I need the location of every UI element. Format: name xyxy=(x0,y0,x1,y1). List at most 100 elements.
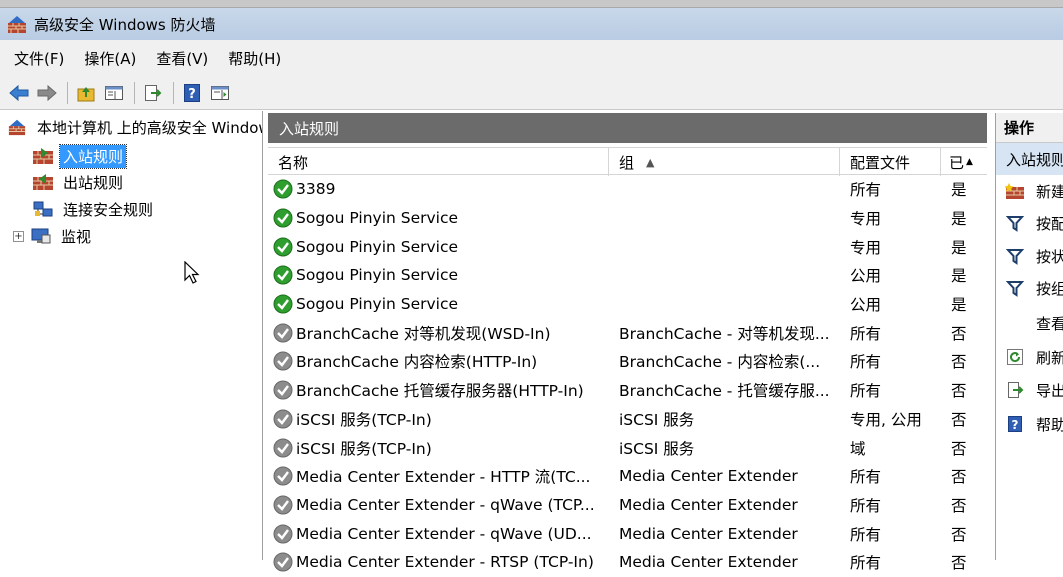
folder-up-icon xyxy=(77,86,95,101)
table-row[interactable]: Sogou Pinyin Service 公用 是 xyxy=(268,261,987,290)
toolbar: ? xyxy=(0,76,1063,110)
table-row[interactable]: BranchCache 内容检索(HTTP-In) BranchCache - 内… xyxy=(268,347,987,376)
tree-item-label: 监视 xyxy=(61,227,92,246)
disabled-check-icon xyxy=(273,466,293,486)
enabled-check-icon xyxy=(273,208,293,228)
cell-profile: 所有 xyxy=(850,353,882,372)
action-item[interactable]: 查看 xyxy=(996,307,1063,339)
connection-security-icon xyxy=(33,201,53,217)
disabled-check-icon xyxy=(273,323,293,343)
menu-file[interactable]: 文件(F) xyxy=(8,44,70,73)
rules-pane: 入站规则 名称 组 ▲ 配置文件 已 ▲ 3389 所有是 Sogou Pinyin S… xyxy=(268,113,987,572)
cell-name: Sogou Pinyin Service xyxy=(268,265,609,285)
cell-profile: 所有 xyxy=(850,324,882,343)
action-label: 新建规则... xyxy=(1036,182,1063,201)
rules-table: 名称 组 ▲ 配置文件 已 ▲ 3389 所有是 Sogou Pinyin Servic… xyxy=(268,147,987,577)
cell-profile: 所有 xyxy=(850,554,882,573)
table-row[interactable]: Media Center Extender - RTSP (TCP-In) Med… xyxy=(268,548,987,577)
table-row[interactable]: Media Center Extender - qWave (UD... Medi… xyxy=(268,519,987,548)
table-row[interactable]: Media Center Extender - qWave (TCP... Med… xyxy=(268,491,987,520)
table-row[interactable]: Sogou Pinyin Service 专用 是 xyxy=(268,204,987,233)
menu-view[interactable]: 查看(V) xyxy=(150,44,214,73)
cell-profile: 专用 xyxy=(850,238,882,257)
export-button[interactable] xyxy=(140,80,166,106)
filter-icon xyxy=(1004,246,1026,266)
enabled-check-icon xyxy=(273,179,293,199)
actions-pane: 操作 入站规则 新建规则... 按配置文件筛选按状态筛选按组筛选查看刷新导出列表.… xyxy=(995,113,1063,560)
forward-arrow-icon xyxy=(37,84,57,101)
cell-group: Media Center Extender xyxy=(619,467,798,486)
action-label: 按组筛选 xyxy=(1036,279,1063,298)
actions-section-header[interactable]: 入站规则 xyxy=(996,143,1063,175)
tree-item-monitor[interactable]: + 监视 xyxy=(13,224,94,248)
back-button[interactable] xyxy=(6,80,32,106)
column-header-group[interactable]: 组 ▲ xyxy=(609,148,840,176)
show-tree-button[interactable] xyxy=(101,80,127,106)
back-arrow-icon xyxy=(9,84,29,101)
up-folder-button[interactable] xyxy=(73,80,99,106)
action-label: 帮助 xyxy=(1036,415,1063,434)
console-tree-icon xyxy=(105,85,123,100)
action-item[interactable]: 按状态筛选 xyxy=(996,240,1063,272)
cell-enabled: 否 xyxy=(951,468,967,487)
cell-group: iSCSI 服务 xyxy=(619,410,695,429)
new-rule-icon xyxy=(1004,181,1026,201)
disabled-check-icon xyxy=(273,552,293,572)
cell-group: Media Center Extender xyxy=(619,524,798,543)
action-item[interactable]: 导出列表... xyxy=(996,374,1063,406)
vertical-scrollbar[interactable] xyxy=(971,113,987,526)
cell-profile: 公用 xyxy=(850,296,882,315)
action-item[interactable]: 新建规则... xyxy=(996,175,1063,207)
svg-text:?: ? xyxy=(1012,418,1019,432)
forward-button[interactable] xyxy=(34,80,60,106)
action-item[interactable]: 按组筛选 xyxy=(996,272,1063,304)
tree-item-outbound-rules[interactable]: 出站规则 xyxy=(32,170,126,194)
table-row[interactable]: BranchCache 托管缓存服务器(HTTP-In) BranchCache … xyxy=(268,376,987,405)
refresh-icon xyxy=(1004,347,1026,367)
table-row[interactable]: BranchCache 对等机发现(WSD-In) BranchCache - 对… xyxy=(268,318,987,347)
menu-help[interactable]: 帮助(H) xyxy=(222,44,287,73)
action-item[interactable]: 刷新 xyxy=(996,341,1063,373)
table-row[interactable]: iSCSI 服务(TCP-In) iSCSI 服务 域 否 xyxy=(268,433,987,462)
table-row[interactable]: 3389 所有 是 xyxy=(268,175,987,204)
cell-enabled: 是 xyxy=(951,296,967,315)
action-label: 按状态筛选 xyxy=(1036,247,1063,266)
column-header-name[interactable]: 名称 xyxy=(268,148,609,176)
menu-action[interactable]: 操作(A) xyxy=(78,44,142,73)
help-button[interactable]: ? xyxy=(179,80,205,106)
cell-profile: 专用 xyxy=(850,210,882,229)
menu-bar: 文件(F) 操作(A) 查看(V) 帮助(H) xyxy=(0,40,1063,76)
column-header-profile[interactable]: 配置文件 xyxy=(840,148,941,176)
action-label: 刷新 xyxy=(1036,348,1063,367)
table-row[interactable]: iSCSI 服务(TCP-In) iSCSI 服务 专用, 公用 否 xyxy=(268,405,987,434)
tree-root-label: 本地计算机 上的高级安全 Windows 防火墙 xyxy=(37,118,262,137)
cell-profile: 专用, 公用 xyxy=(850,410,922,429)
table-row[interactable]: Sogou Pinyin Service 公用 是 xyxy=(268,290,987,319)
action-item[interactable]: 按配置文件筛选 xyxy=(996,207,1063,239)
console-tree: 本地计算机 上的高级安全 Windows 防火墙 入站规则 出站规则 连接安全规… xyxy=(0,111,263,560)
action-item[interactable]: ? 帮助 xyxy=(996,408,1063,440)
outbound-rules-icon xyxy=(33,174,53,190)
cell-name: Media Center Extender - qWave (TCP... xyxy=(268,495,609,515)
cell-name: Media Center Extender - HTTP 流(TC... xyxy=(268,465,609,487)
enabled-check-icon xyxy=(273,294,293,314)
help-icon: ? xyxy=(1004,414,1026,434)
disabled-check-icon xyxy=(273,351,293,371)
tree-root[interactable]: 本地计算机 上的高级安全 Windows 防火墙 xyxy=(6,115,262,139)
action-pane-button[interactable] xyxy=(207,80,233,106)
firewall-icon xyxy=(8,16,26,33)
cell-group: BranchCache - 托管缓存服... xyxy=(619,382,830,401)
tree-item-inbound-rules[interactable]: 入站规则 xyxy=(32,143,128,169)
expand-toggle[interactable]: + xyxy=(13,230,24,242)
column-header-enabled[interactable]: 已 ▲ xyxy=(941,148,973,176)
action-label: 按配置文件筛选 xyxy=(1036,214,1063,233)
cell-enabled: 否 xyxy=(951,353,967,372)
table-row[interactable]: Media Center Extender - HTTP 流(TC... Medi… xyxy=(268,462,987,491)
tree-item-connection-security[interactable]: 连接安全规则 xyxy=(32,197,156,221)
svg-text:?: ? xyxy=(188,87,196,102)
firewall-icon xyxy=(8,119,26,136)
toolbar-separator xyxy=(173,81,174,104)
cell-enabled: 否 xyxy=(951,496,967,515)
cell-group: BranchCache - 对等机发现... xyxy=(619,324,830,343)
table-row[interactable]: Sogou Pinyin Service 专用 是 xyxy=(268,232,987,261)
